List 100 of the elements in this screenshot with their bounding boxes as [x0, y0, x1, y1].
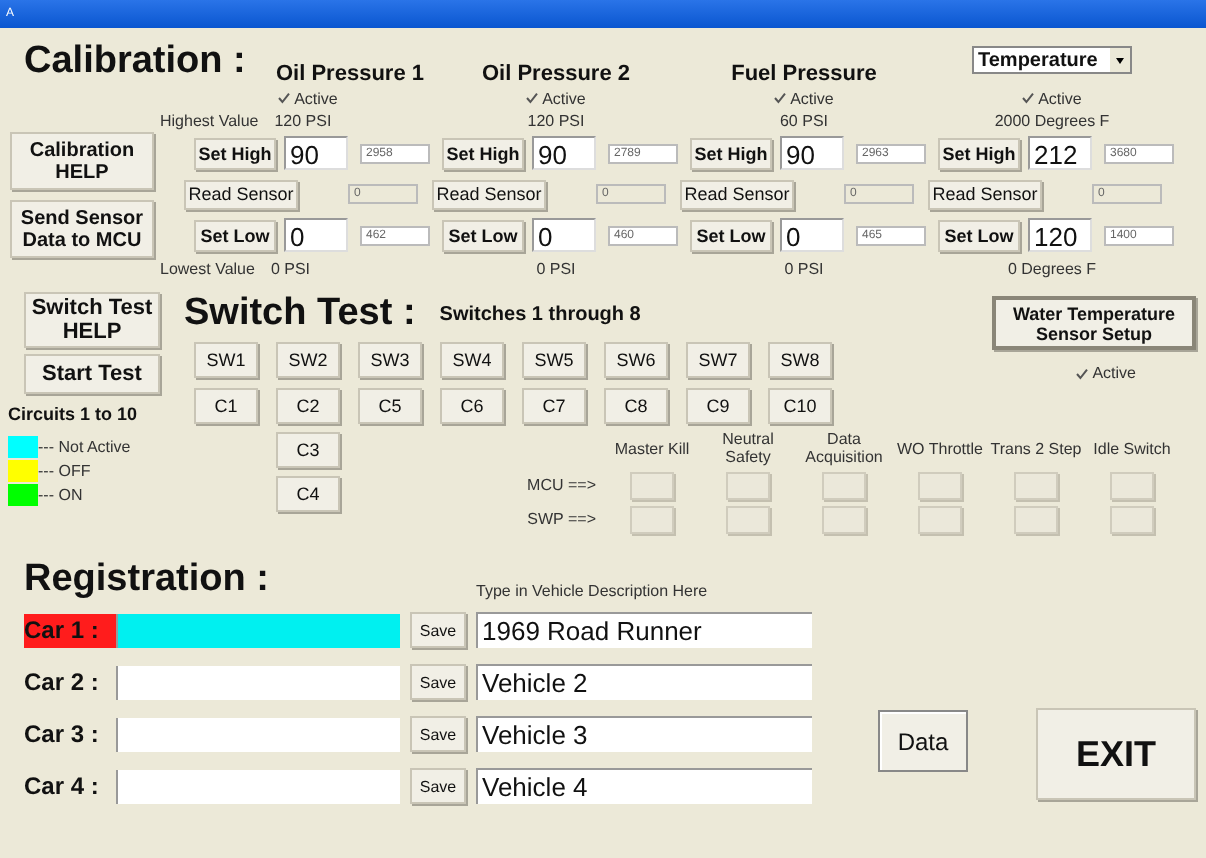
highest-value: 120 PSI: [527, 111, 585, 129]
description-hint: Type in Vehicle Description Here: [476, 582, 710, 604]
circuit-button[interactable]: C6: [440, 387, 504, 423]
set-high-button[interactable]: Set High: [690, 137, 772, 169]
help-button[interactable]: Calibration HELP: [10, 132, 154, 190]
switch-button[interactable]: SW4: [440, 341, 504, 377]
indicator-box: [918, 471, 962, 499]
car-label: Car 2 :: [24, 665, 101, 699]
low-value-field[interactable]: 0: [284, 218, 348, 252]
set-high-button[interactable]: Set High: [938, 137, 1020, 169]
vehicle-description-field[interactable]: Vehicle 3: [476, 716, 812, 752]
check-icon: [1022, 92, 1035, 104]
circuit-button[interactable]: C10: [768, 387, 832, 423]
sensor-dropdown[interactable]: Temperature: [972, 46, 1132, 74]
legend-label: --- OFF: [38, 462, 91, 480]
low-value-field[interactable]: 0: [532, 218, 596, 252]
set-high-button[interactable]: Set High: [442, 137, 524, 169]
output-label: Neutral Safety: [720, 430, 776, 466]
output-label: WO Throttle: [895, 439, 985, 457]
legend-label: --- ON: [38, 486, 83, 504]
legend-label: --- Not Active: [38, 438, 131, 456]
active-checkbox[interactable]: Active: [278, 89, 338, 107]
vehicle-description-field[interactable]: 1969 Road Runner: [476, 612, 812, 648]
lowest-value: 0 Degrees F: [1007, 259, 1097, 277]
read-sensor-button[interactable]: Read Sensor: [184, 179, 298, 209]
help-button[interactable]: Switch Test HELP: [24, 292, 160, 348]
section-subtitle: Switches 1 through 8: [439, 303, 641, 325]
high-value-field[interactable]: 90: [284, 136, 348, 170]
switch-button[interactable]: SW7: [686, 341, 750, 377]
set-low-button[interactable]: Set Low: [938, 219, 1020, 251]
circuit-button[interactable]: C7: [522, 387, 586, 423]
high-value-field[interactable]: 90: [780, 136, 844, 170]
car-field[interactable]: [116, 613, 400, 647]
circuit-button[interactable]: C3: [276, 432, 340, 468]
indicator-box: [630, 471, 674, 499]
car-field[interactable]: [116, 769, 400, 803]
caret-icon: [1116, 57, 1124, 63]
output-label: Master Kill: [612, 439, 692, 457]
switch-button[interactable]: SW1: [194, 341, 258, 377]
send-data-button[interactable]: Send Sensor Data to MCU: [10, 200, 154, 258]
read-sensor-button[interactable]: Read Sensor: [928, 179, 1042, 209]
high-value-field[interactable]: 90: [532, 136, 596, 170]
data-button[interactable]: Data: [878, 710, 968, 772]
car-label: Car 1 :: [24, 613, 116, 647]
indicator-box: [1110, 505, 1154, 533]
low-value-field[interactable]: 120: [1028, 218, 1092, 252]
circuit-button[interactable]: C5: [358, 387, 422, 423]
save-button[interactable]: Save: [410, 612, 466, 648]
section-title: Calibration :: [24, 40, 246, 84]
indicator-box: [726, 505, 770, 533]
water-temperature-setup-button[interactable]: Water Temperature Sensor Setup: [992, 296, 1196, 350]
start-test-button[interactable]: Start Test: [24, 354, 160, 394]
indicator-box: [630, 505, 674, 533]
low-value-field[interactable]: 0: [780, 218, 844, 252]
highest-value: 60 PSI: [779, 111, 828, 129]
circuit-button[interactable]: C4: [276, 476, 340, 512]
exit-button[interactable]: EXIT: [1036, 708, 1196, 800]
active-checkbox[interactable]: Active: [526, 89, 586, 107]
circuits-label: Circuits 1 to 10: [8, 404, 138, 424]
save-button[interactable]: Save: [410, 716, 466, 752]
check-icon: [278, 92, 291, 104]
car-field[interactable]: [116, 665, 400, 699]
section-title: Switch Test :: [184, 292, 416, 336]
car-label: Car 3 :: [24, 717, 101, 751]
set-low-button[interactable]: Set Low: [690, 219, 772, 251]
vehicle-description-field[interactable]: Vehicle 4: [476, 768, 812, 804]
sensor-name: Fuel Pressure: [731, 62, 877, 86]
set-low-button[interactable]: Set Low: [194, 219, 276, 251]
sensor-name: Oil Pressure 2: [482, 62, 630, 86]
indicator-box: [822, 471, 866, 499]
circuit-button[interactable]: C8: [604, 387, 668, 423]
read-sensor-button[interactable]: Read Sensor: [432, 179, 546, 209]
switch-button[interactable]: SW5: [522, 341, 586, 377]
set-low-button[interactable]: Set Low: [442, 219, 524, 251]
highest-value: 2000 Degrees F: [994, 111, 1110, 129]
save-button[interactable]: Save: [410, 664, 466, 700]
indicator-box: [1014, 471, 1058, 499]
set-high-button[interactable]: Set High: [194, 137, 276, 169]
check-icon: [1076, 367, 1089, 379]
car-label: Car 4 :: [24, 769, 101, 803]
high-value-field[interactable]: 212: [1028, 136, 1092, 170]
car-field[interactable]: [116, 717, 400, 751]
save-button[interactable]: Save: [410, 768, 466, 804]
output-label: Idle Switch: [1091, 439, 1173, 457]
switch-button[interactable]: SW6: [604, 341, 668, 377]
circuit-button[interactable]: C2: [276, 387, 340, 423]
switch-button[interactable]: SW8: [768, 341, 832, 377]
active-checkbox[interactable]: Active: [1076, 364, 1136, 382]
circuit-button[interactable]: C1: [194, 387, 258, 423]
switch-button[interactable]: SW2: [276, 341, 340, 377]
indicator-box: [822, 505, 866, 533]
circuit-button[interactable]: C9: [686, 387, 750, 423]
sensor-name: Oil Pressure 1: [276, 62, 424, 86]
field-label: Highest Value: [160, 111, 259, 129]
read-sensor-button[interactable]: Read Sensor: [680, 179, 794, 209]
active-checkbox[interactable]: Active: [774, 89, 834, 107]
switch-button[interactable]: SW3: [358, 341, 422, 377]
vehicle-description-field[interactable]: Vehicle 2: [476, 664, 812, 700]
active-checkbox[interactable]: Active: [1022, 89, 1082, 107]
indicator-box: [1110, 471, 1154, 499]
